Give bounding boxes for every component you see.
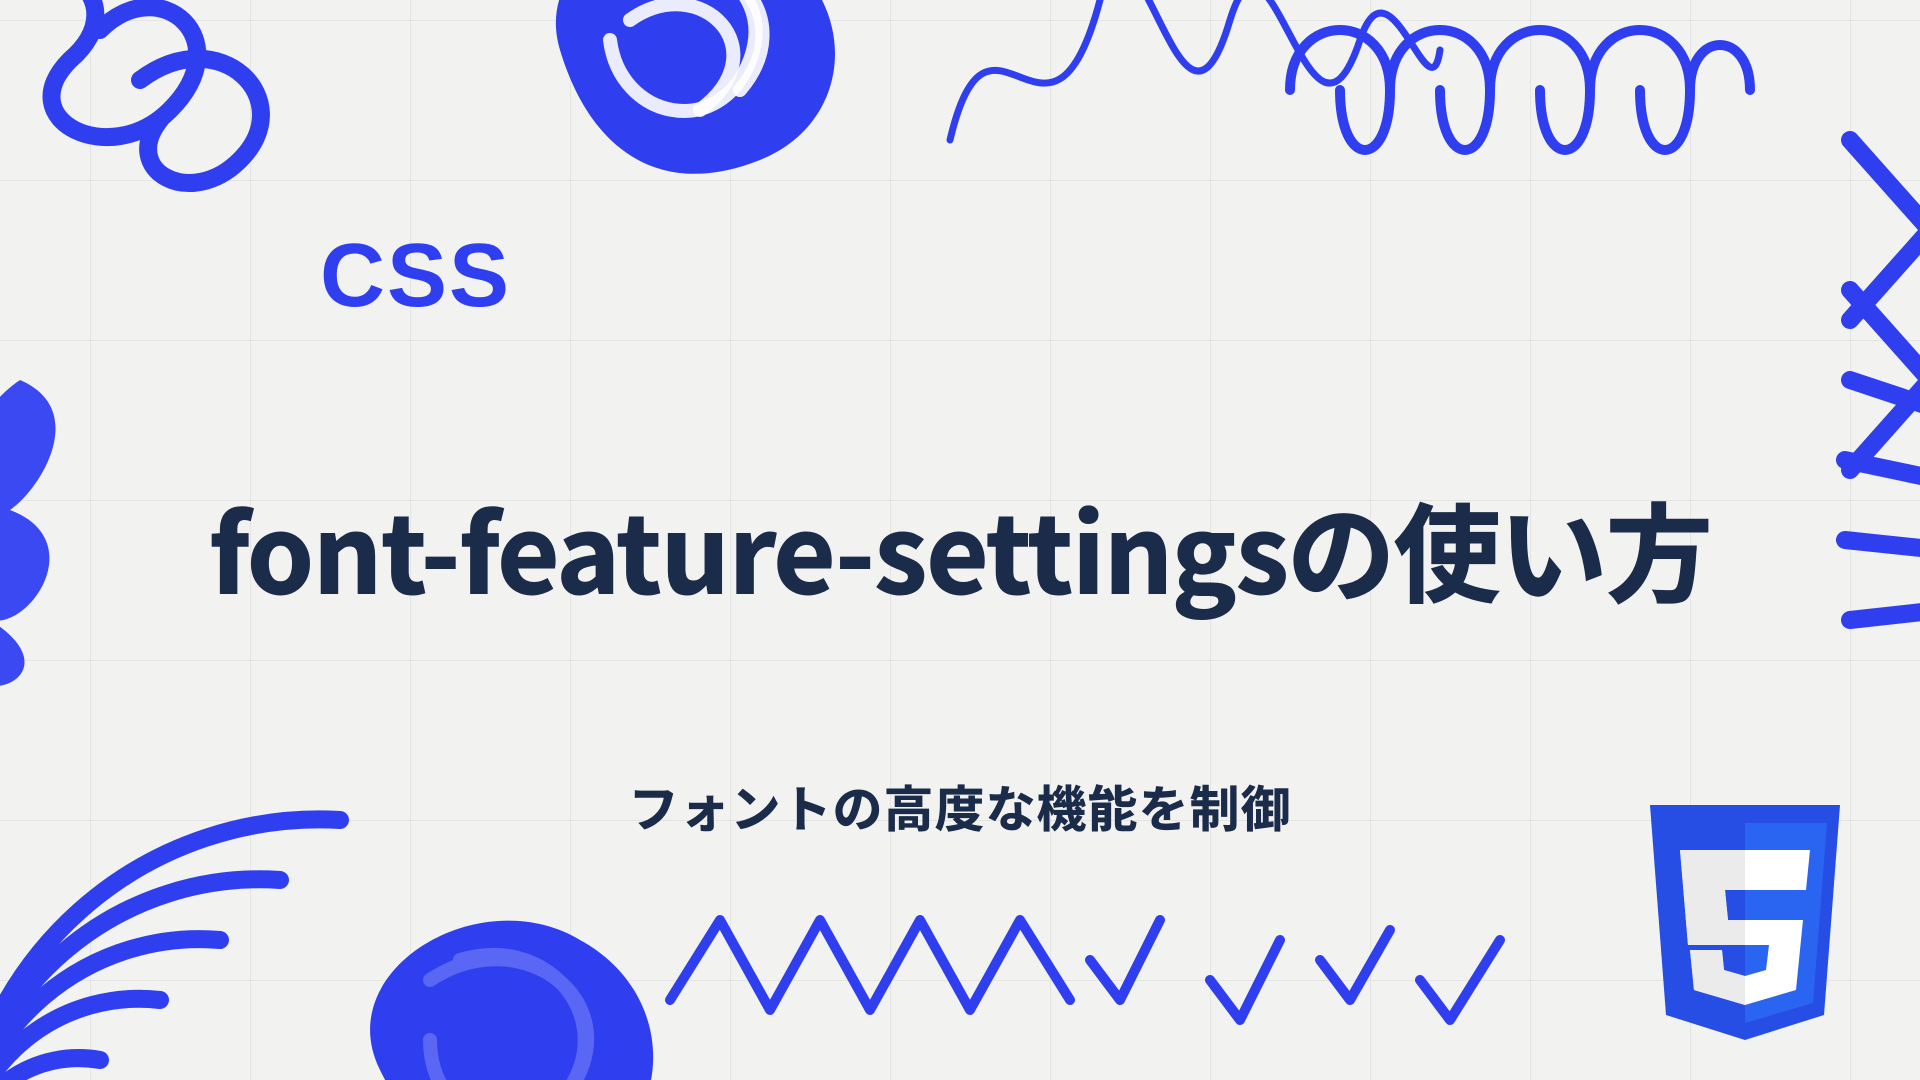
css3-logo-icon xyxy=(1630,805,1860,1065)
page-subtitle: フォントの高度な機能を制御 xyxy=(629,770,1292,842)
doodle-arcs-bottom-left xyxy=(0,760,360,1080)
doodle-spring-top-right xyxy=(1280,0,1760,190)
doodle-blob-top xyxy=(500,0,890,190)
doodle-blob-bottom xyxy=(320,890,700,1080)
category-tag: CSS xyxy=(320,225,511,328)
doodle-zigzag-bottom xyxy=(660,890,1080,1050)
doodle-scribble-left xyxy=(0,370,90,710)
doodle-loops-top-left xyxy=(0,0,320,220)
doodle-checks-bottom xyxy=(1080,890,1520,1060)
doodle-lines-right xyxy=(1830,360,1920,680)
page-title: font-feature-settingsの使い方 xyxy=(209,470,1712,626)
